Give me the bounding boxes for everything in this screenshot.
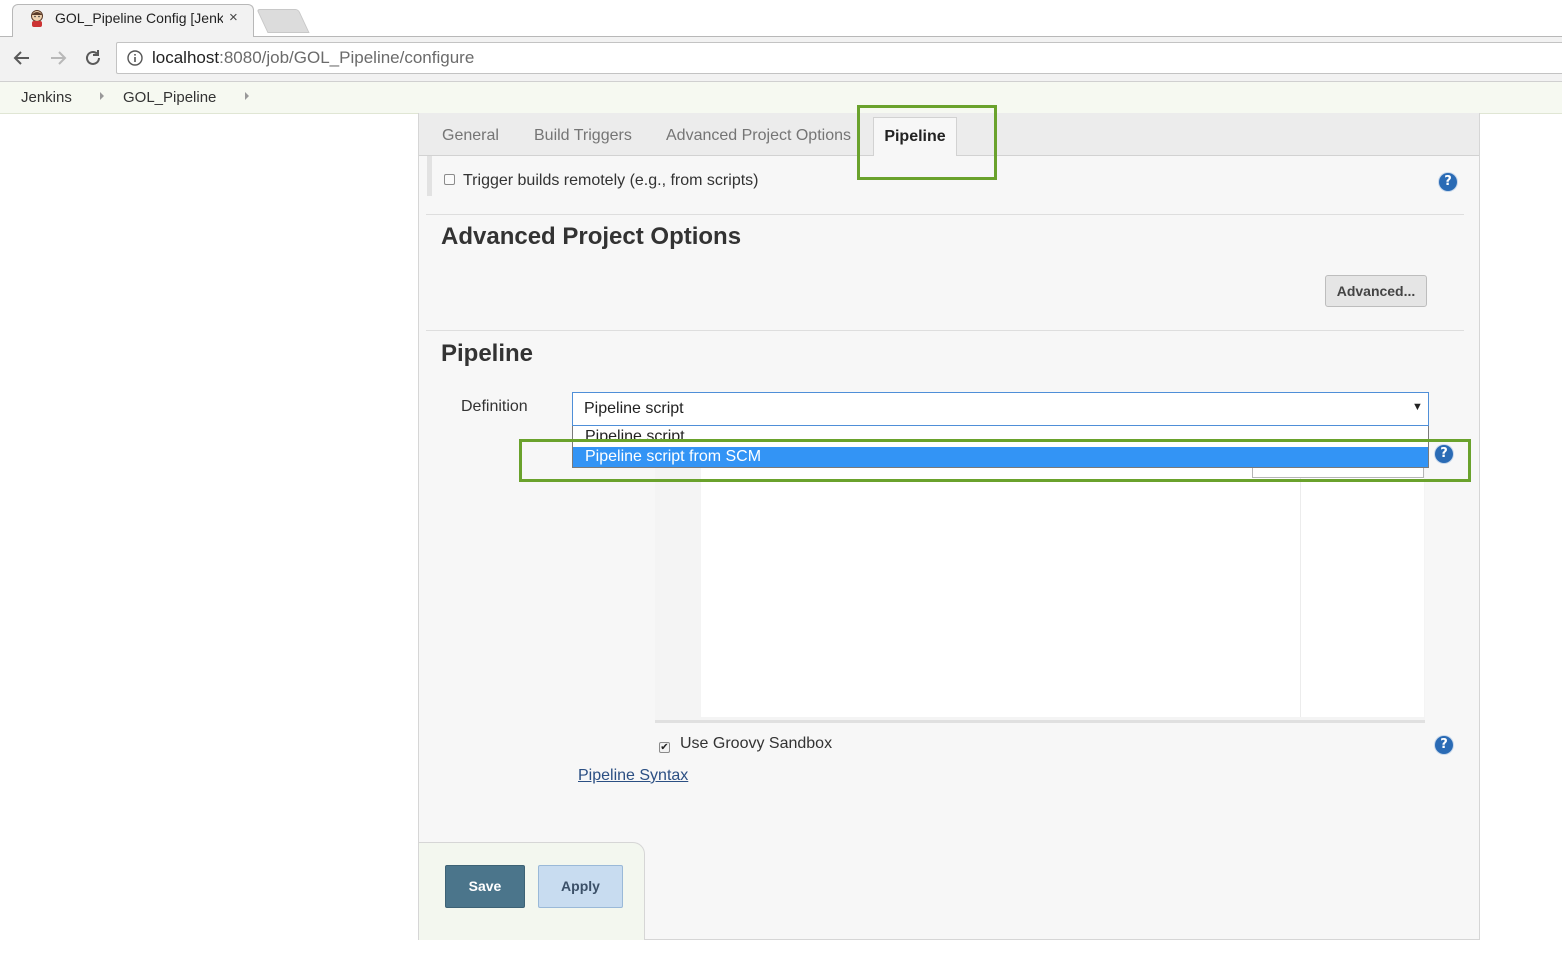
definition-label: Definition xyxy=(461,398,528,415)
highlight-box-scm-option xyxy=(519,439,1471,482)
help-icon[interactable]: ? xyxy=(1439,173,1457,191)
breadcrumb-item-jenkins[interactable]: Jenkins xyxy=(21,89,72,106)
breadcrumb-arrow-icon[interactable] xyxy=(100,92,104,100)
back-arrow-icon[interactable] xyxy=(8,44,36,72)
dropdown-caret-icon[interactable]: ▼ xyxy=(1412,401,1423,413)
close-tab-icon[interactable]: × xyxy=(229,9,238,26)
section-divider xyxy=(426,214,1464,215)
breadcrumb xyxy=(0,82,1562,114)
pipeline-heading: Pipeline xyxy=(441,340,534,367)
definition-select[interactable] xyxy=(572,392,1429,426)
url-text: localhost:8080/job/GOL_Pipeline/configur… xyxy=(152,48,474,68)
url-path: :8080/job/GOL_Pipeline/configure xyxy=(219,48,475,67)
help-icon[interactable]: ? xyxy=(1435,736,1453,754)
browser-tab-title: GOL_Pipeline Config [Jenkins] xyxy=(55,10,223,26)
forward-arrow-icon[interactable] xyxy=(44,44,72,72)
advanced-button[interactable]: Advanced... xyxy=(1325,275,1427,307)
apply-button[interactable]: Apply xyxy=(538,865,623,908)
pipeline-syntax-link[interactable]: Pipeline Syntax xyxy=(578,767,688,785)
script-editor-margin-rule xyxy=(1300,468,1301,717)
section-indent-bar xyxy=(427,156,432,196)
script-editor-gutter xyxy=(655,468,700,717)
jenkins-favicon-icon xyxy=(28,9,46,27)
script-editor[interactable] xyxy=(701,468,1424,717)
highlight-box-pipeline-tab xyxy=(857,105,997,180)
tab-general[interactable]: General xyxy=(442,127,499,145)
breadcrumb-arrow-icon[interactable] xyxy=(245,92,249,100)
trigger-remotely-label: Trigger builds remotely (e.g., from scri… xyxy=(463,172,759,189)
tab-advanced-project-options[interactable]: Advanced Project Options xyxy=(666,127,851,145)
reload-icon[interactable] xyxy=(79,44,107,72)
tab-build-triggers[interactable]: Build Triggers xyxy=(534,127,632,145)
breadcrumb-item-gol-pipeline[interactable]: GOL_Pipeline xyxy=(123,89,216,106)
definition-select-value: Pipeline script xyxy=(584,400,684,417)
groovy-sandbox-checkbox[interactable]: ✔ xyxy=(659,742,670,753)
groovy-sandbox-label: Use Groovy Sandbox xyxy=(680,735,833,752)
advanced-project-options-heading: Advanced Project Options xyxy=(441,223,742,250)
trigger-remotely-checkbox[interactable] xyxy=(444,174,455,185)
section-divider xyxy=(426,330,1464,331)
site-info-icon[interactable] xyxy=(127,50,143,66)
save-button[interactable]: Save xyxy=(445,865,525,908)
url-host: localhost xyxy=(152,48,220,67)
